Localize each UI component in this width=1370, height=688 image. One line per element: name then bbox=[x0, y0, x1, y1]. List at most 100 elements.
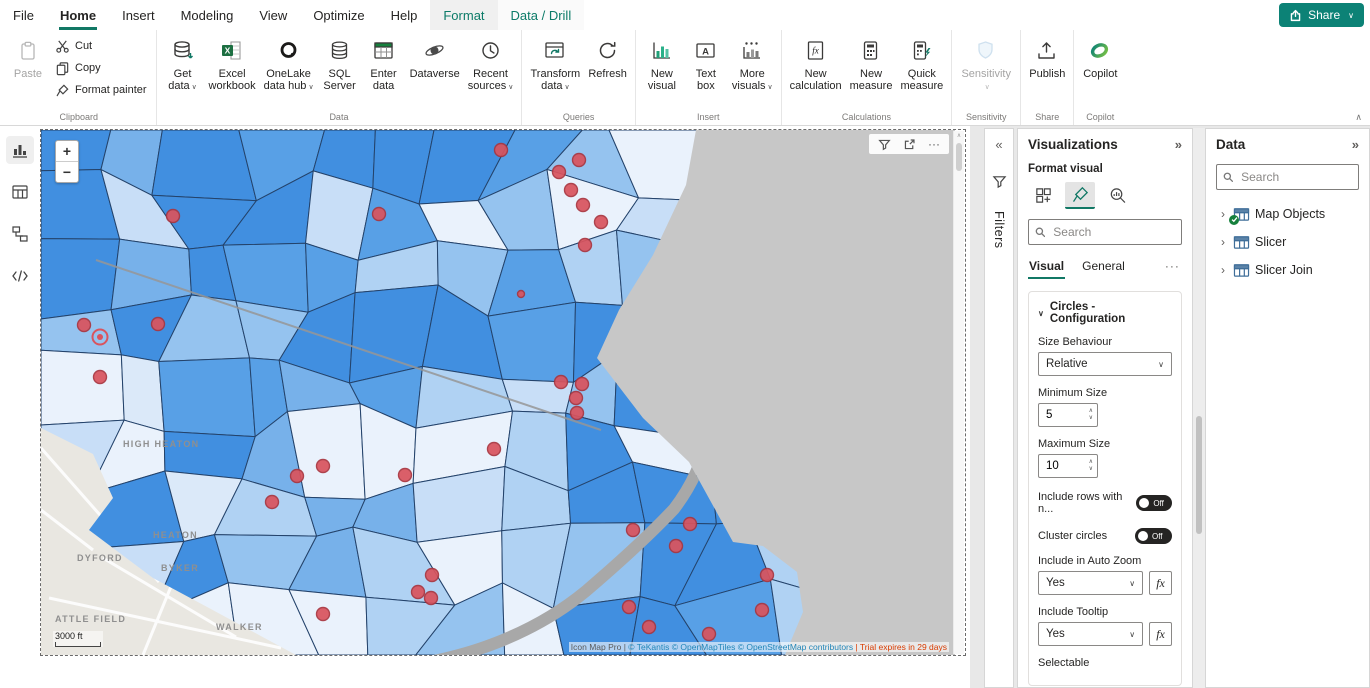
table-slicer-join[interactable]: › Slicer Join bbox=[1216, 258, 1359, 282]
map-scale: 3000 ft bbox=[53, 631, 103, 647]
filter-funnel-icon[interactable] bbox=[876, 136, 892, 152]
spinner-arrows[interactable]: ∧∨ bbox=[1089, 459, 1097, 473]
focus-mode-icon[interactable] bbox=[901, 136, 917, 152]
publish-button[interactable]: Publish bbox=[1026, 33, 1068, 107]
menu-tab-data-drill[interactable]: Data / Drill bbox=[498, 0, 585, 30]
scroll-up-arrow[interactable]: ∧ bbox=[954, 131, 964, 141]
size-behaviour-dropdown[interactable]: Relative ∨ bbox=[1038, 352, 1172, 376]
analytics-icon[interactable] bbox=[1102, 182, 1132, 209]
scrollbar-thumb[interactable] bbox=[956, 143, 962, 171]
menu-tab-optimize[interactable]: Optimize bbox=[300, 0, 377, 30]
model-view-button[interactable] bbox=[6, 220, 34, 248]
choropleth-map[interactable]: HIGH HEATONHEATONDYFORDBYKERWALKERATTLE … bbox=[41, 130, 955, 655]
menu-tab-help[interactable]: Help bbox=[378, 0, 431, 30]
scrollbar-thumb[interactable] bbox=[1196, 416, 1202, 534]
search-input[interactable] bbox=[1239, 169, 1352, 185]
share-icon bbox=[1289, 9, 1302, 22]
dax-query-view-button[interactable] bbox=[6, 262, 34, 290]
spinner-arrows[interactable]: ∧∨ bbox=[1089, 408, 1097, 422]
paste-button[interactable]: Paste bbox=[7, 33, 49, 107]
circles-configuration-header[interactable]: ∨ Circles - Configuration bbox=[1038, 301, 1172, 325]
copy-button[interactable]: Copy bbox=[51, 58, 151, 78]
maximum-size-spinner[interactable]: ∧∨ bbox=[1038, 454, 1098, 478]
report-view-button[interactable] bbox=[6, 136, 34, 164]
expand-filters-icon[interactable]: « bbox=[995, 137, 1002, 152]
expand-chevron-icon[interactable]: › bbox=[1218, 235, 1228, 249]
attribution-link[interactable]: © OpenMapTiles bbox=[672, 642, 736, 652]
new-calculation-button[interactable]: fx Newcalculation bbox=[787, 33, 845, 107]
format-visual-icon[interactable] bbox=[1065, 182, 1095, 209]
visualizations-scrollbar[interactable] bbox=[1193, 128, 1205, 688]
report-canvas[interactable]: HIGH HEATONHEATONDYFORDBYKERWALKERATTLE … bbox=[40, 126, 970, 688]
canvas-vertical-scrollbar[interactable]: ∧ bbox=[953, 131, 964, 654]
build-visual-icon[interactable] bbox=[1028, 182, 1058, 209]
share-button[interactable]: Share ∨ bbox=[1279, 3, 1364, 27]
spin-up-icon[interactable]: ∧ bbox=[1089, 459, 1093, 466]
scissors-icon bbox=[55, 39, 70, 54]
sql-server-icon bbox=[328, 37, 352, 65]
copilot-icon bbox=[1088, 37, 1112, 65]
filters-pane-collapsed[interactable]: « Filters bbox=[984, 128, 1014, 688]
table-slicer[interactable]: › Slicer bbox=[1216, 230, 1359, 254]
get-data-button[interactable]: Getdata∨ bbox=[162, 33, 204, 107]
onelake-data-hub-button[interactable]: OneLakedata hub∨ bbox=[261, 33, 317, 107]
auto-zoom-dropdown[interactable]: Yes ∨ bbox=[1038, 571, 1143, 595]
svg-text:HEATON: HEATON bbox=[153, 530, 198, 540]
minimum-size-spinner[interactable]: ∧∨ bbox=[1038, 403, 1098, 427]
maximum-size-input[interactable] bbox=[1039, 459, 1082, 473]
cut-button[interactable]: Cut bbox=[51, 36, 151, 56]
menu-tab-view[interactable]: View bbox=[246, 0, 300, 30]
text-box-button[interactable]: A Textbox bbox=[685, 33, 727, 107]
spin-down-icon[interactable]: ∨ bbox=[1089, 415, 1093, 422]
menu-tab-insert[interactable]: Insert bbox=[109, 0, 168, 30]
minimum-size-input[interactable] bbox=[1039, 408, 1082, 422]
spin-up-icon[interactable]: ∧ bbox=[1089, 408, 1093, 415]
dataverse-button[interactable]: Dataverse bbox=[407, 33, 463, 107]
collapse-data-icon[interactable]: » bbox=[1352, 137, 1359, 152]
menu-tab-file[interactable]: File bbox=[0, 0, 47, 30]
search-input[interactable] bbox=[1051, 224, 1175, 240]
table-view-button[interactable] bbox=[6, 178, 34, 206]
trial-expiry-notice: | Trial expires in 29 days bbox=[856, 642, 948, 652]
expand-chevron-icon[interactable]: › bbox=[1218, 263, 1228, 277]
recent-sources-button[interactable]: Recentsources∨ bbox=[465, 33, 517, 107]
map-visual-selected[interactable]: HIGH HEATONHEATONDYFORDBYKERWALKERATTLE … bbox=[40, 129, 966, 656]
menu-tab-modeling[interactable]: Modeling bbox=[168, 0, 247, 30]
refresh-button[interactable]: Refresh bbox=[585, 33, 630, 107]
collapse-ribbon-icon[interactable]: ∧ bbox=[1355, 112, 1362, 123]
tooltip-fx-button[interactable]: fx bbox=[1149, 622, 1172, 646]
attribution-link[interactable]: © TeKantis bbox=[628, 642, 669, 652]
format-painter-button[interactable]: Format painter bbox=[51, 80, 151, 100]
new-visual-button[interactable]: Newvisual bbox=[641, 33, 683, 107]
tab-more-icon[interactable]: ··· bbox=[1164, 255, 1181, 279]
attribution-link[interactable]: © OpenStreetMap contributors bbox=[738, 642, 853, 652]
table-map-objects[interactable]: › Map Objects bbox=[1216, 202, 1359, 226]
more-visuals-button[interactable]: Morevisuals∨ bbox=[729, 33, 776, 107]
menu-tab-home[interactable]: Home bbox=[47, 0, 109, 30]
expand-chevron-icon[interactable]: › bbox=[1218, 207, 1228, 221]
svg-text:DYFORD: DYFORD bbox=[77, 553, 123, 563]
data-search[interactable] bbox=[1216, 164, 1359, 190]
copilot-button[interactable]: Copilot bbox=[1079, 33, 1121, 107]
quick-measure-button[interactable]: Quickmeasure bbox=[897, 33, 946, 107]
menu-tab-format[interactable]: Format bbox=[430, 0, 497, 30]
sql-server-button[interactable]: SQLServer bbox=[319, 33, 361, 107]
tab-visual[interactable]: Visual bbox=[1028, 255, 1065, 279]
zoom-out-button[interactable]: − bbox=[56, 161, 78, 182]
more-options-icon[interactable]: ··· bbox=[926, 136, 942, 152]
new-measure-button[interactable]: Newmeasure bbox=[847, 33, 896, 107]
auto-zoom-fx-button[interactable]: fx bbox=[1149, 571, 1172, 595]
zoom-in-button[interactable]: + bbox=[56, 141, 78, 161]
collapse-visualizations-icon[interactable]: » bbox=[1175, 137, 1182, 152]
include-rows-toggle[interactable]: Off bbox=[1136, 495, 1172, 511]
spin-down-icon[interactable]: ∨ bbox=[1089, 466, 1093, 473]
visualizations-search[interactable] bbox=[1028, 219, 1182, 245]
sensitivity-button[interactable]: Sensitivity∨ bbox=[957, 33, 1015, 107]
excel-workbook-button[interactable]: X Excelworkbook bbox=[206, 33, 259, 107]
tooltip-dropdown[interactable]: Yes ∨ bbox=[1038, 622, 1143, 646]
tab-general[interactable]: General bbox=[1081, 255, 1126, 279]
enter-data-button[interactable]: Enterdata bbox=[363, 33, 405, 107]
size-behaviour-value: Relative bbox=[1046, 358, 1088, 370]
cluster-circles-toggle[interactable]: Off bbox=[1135, 528, 1172, 544]
transform-data-button[interactable]: Transformdata∨ bbox=[527, 33, 583, 107]
